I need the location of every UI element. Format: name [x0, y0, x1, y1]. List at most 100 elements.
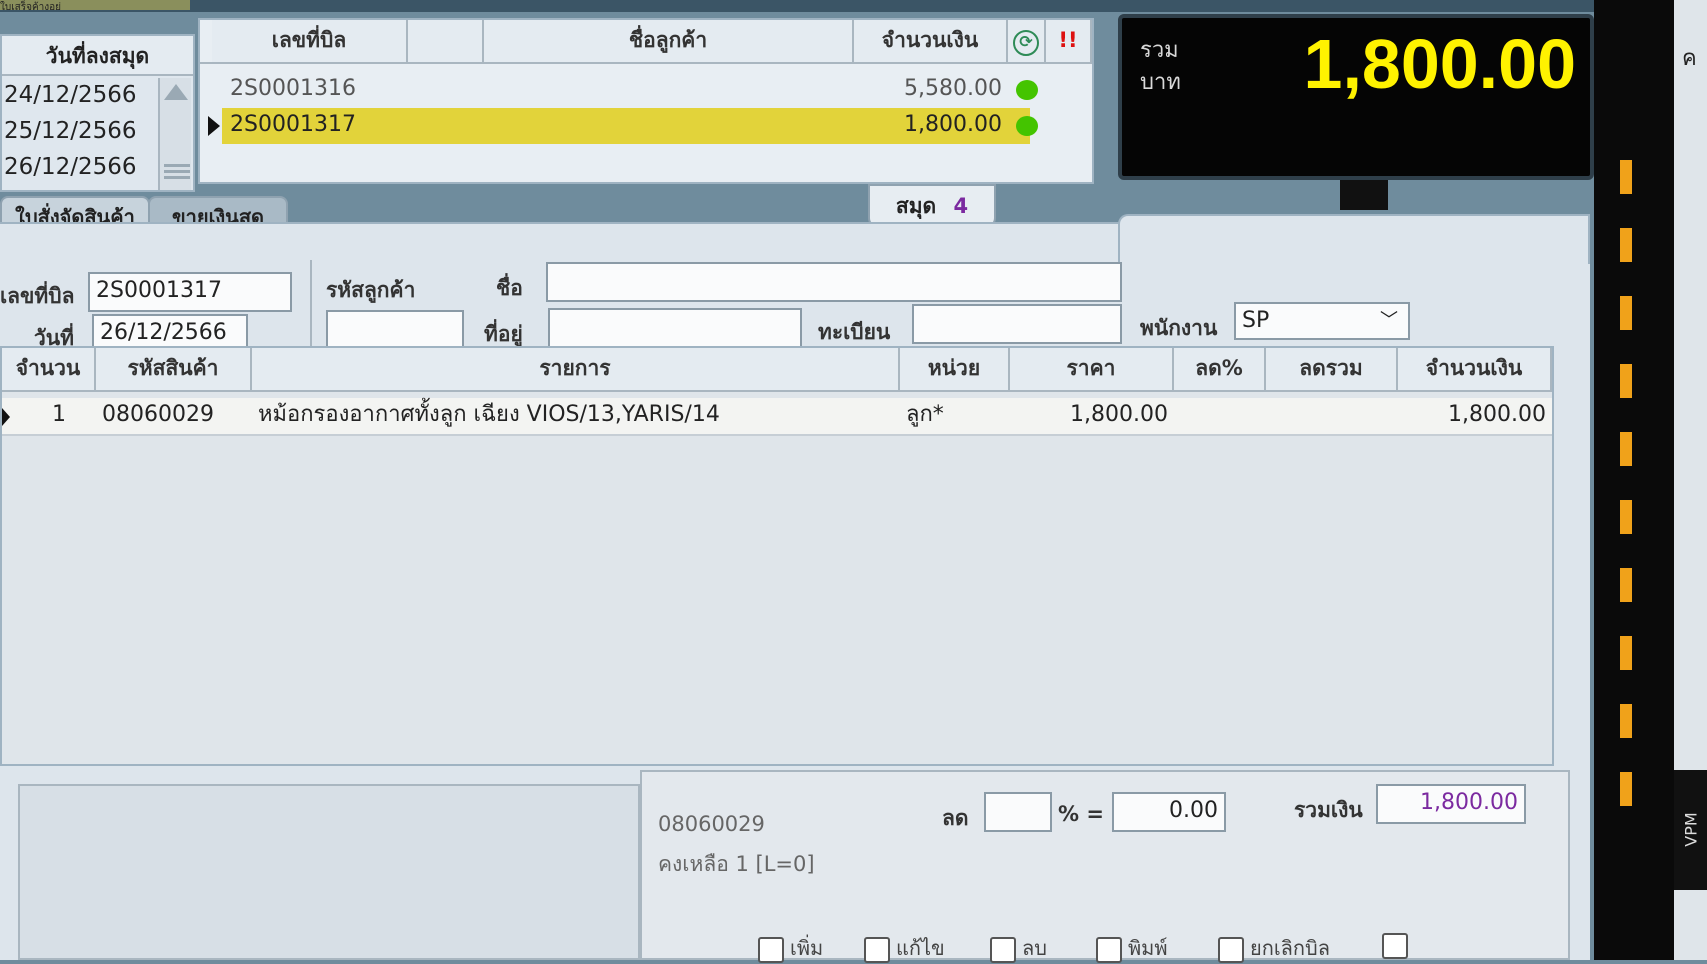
total-display-stand [1340, 180, 1388, 210]
bill-customer [484, 72, 854, 108]
items-header: จำนวน รหัสสินค้า รายการ หน่วย ราคา ลด% ล… [2, 348, 1552, 392]
bills-header: เลขที่บิล ชื่อลูกค้า จำนวนเงิน ⟳ !! [200, 20, 1092, 64]
bill-row-selected[interactable]: 2S0001317 1,800.00 [200, 108, 1046, 144]
items-col-unit[interactable]: หน่วย [900, 348, 1010, 390]
print-label: พิมพ์ [1128, 936, 1168, 960]
alert-button[interactable]: !! [1046, 20, 1092, 62]
item-unit: ลูก* [906, 402, 944, 427]
items-col-amount[interactable]: จำนวนเงิน [1398, 348, 1552, 390]
refresh-button[interactable]: ⟳ [1008, 20, 1046, 62]
row-pointer-icon [208, 116, 220, 136]
delete-button[interactable]: ลบ [990, 932, 1047, 964]
total-label: รวมเงิน [1294, 798, 1363, 822]
right-bezel [1594, 0, 1674, 960]
bills-col-amount[interactable]: จำนวนเงิน [854, 20, 1008, 62]
cancel-bill-button[interactable]: ยกเลิกบิล [1218, 932, 1330, 964]
date-item[interactable]: 26/12/2566 [4, 154, 137, 180]
bill-no-field[interactable]: 2S0001317 [88, 272, 292, 312]
employee-select[interactable]: SP ﹀ [1234, 302, 1410, 340]
items-table: จำนวน รหัสสินค้า รายการ หน่วย ราคา ลด% ล… [0, 346, 1554, 766]
book-label: สมุด [895, 194, 937, 218]
dates-header-label: วันที่ลงสมุด [45, 44, 150, 68]
total-display: รวม บาท 1,800.00 [1118, 14, 1594, 180]
trash-icon [990, 936, 1016, 963]
footer-left-panel [18, 784, 640, 960]
date-item[interactable]: 24/12/2566 [4, 82, 137, 108]
item-qty: 1 [52, 402, 66, 427]
item-desc: หม้อกรองอากาศทั้งลูก เฉียง VIOS/13,YARIS… [258, 402, 720, 427]
cancel-bill-icon [1218, 936, 1244, 963]
top-tab-label: ใบเสร็จค้างอยู่ [0, 2, 62, 10]
item-price: 1,800.00 [1070, 402, 1168, 427]
cancel-bill-label: ยกเลิกบิล [1250, 936, 1330, 960]
table-row[interactable]: 1 08060029 หม้อกรองอากาศทั้งลูก เฉียง VI… [2, 398, 1552, 436]
items-col-price[interactable]: ราคา [1010, 348, 1174, 390]
status-dot-icon [1016, 80, 1038, 100]
top-tab[interactable]: ใบเสร็จค้างอยู่ [0, 0, 190, 10]
bill-customer [484, 108, 854, 144]
total-label-2: บาท [1140, 70, 1181, 95]
item-disc-pct [1174, 398, 1266, 434]
employee-value: SP [1242, 308, 1270, 333]
print-button[interactable]: พิมพ์ [1096, 932, 1168, 964]
alert-icon: !! [1058, 28, 1078, 52]
edit-icon [864, 936, 890, 963]
total-value: 1,800.00 [1303, 25, 1576, 103]
name-label: ชื่อ [496, 276, 523, 300]
refresh-icon: ⟳ [1013, 30, 1039, 56]
vertical-label-text: VPM [1681, 812, 1701, 847]
dates-panel: วันที่ลงสมุด 24/12/2566 25/12/2566 26/12… [0, 34, 195, 192]
dates-scrollbar[interactable] [158, 78, 191, 190]
customer-code-label: รหัสลูกค้า [326, 278, 416, 302]
registration-field[interactable] [912, 304, 1122, 344]
add-label: เพิ่ม [790, 936, 824, 960]
top-strip [0, 0, 1707, 12]
item-code: 08060029 [102, 402, 214, 427]
right-edge-text: ค [1682, 46, 1697, 71]
address-field[interactable] [548, 308, 802, 348]
discount-pct-field[interactable] [984, 792, 1052, 832]
items-col-code[interactable]: รหัสสินค้า [96, 348, 252, 390]
scroll-up-icon[interactable] [164, 84, 188, 100]
add-button[interactable]: เพิ่ม [758, 932, 823, 964]
form-divider [310, 260, 312, 358]
customer-code-field[interactable] [326, 310, 464, 350]
items-col-disc-total[interactable]: ลดรวม [1266, 348, 1398, 390]
delete-label: ลบ [1022, 936, 1047, 960]
printer-icon [1096, 936, 1122, 963]
bill-row[interactable]: 2S0001316 5,580.00 [200, 72, 1046, 108]
book-number: 4 [953, 194, 969, 218]
edit-button[interactable]: แก้ไข [864, 932, 945, 964]
name-field[interactable] [546, 262, 1122, 302]
bill-amount: 5,580.00 [904, 76, 1002, 101]
calculator-icon [1382, 932, 1408, 959]
edit-label: แก้ไข [896, 936, 945, 960]
bills-col-billno[interactable]: เลขที่บิล [212, 20, 408, 62]
right-bezel-stripe [1620, 160, 1632, 810]
bills-col-customer[interactable]: ชื่อลูกค้า [484, 20, 854, 62]
bill-number: 2S0001317 [230, 112, 356, 137]
items-col-qty[interactable]: จำนวน [2, 348, 96, 390]
dates-header: วันที่ลงสมุด [2, 36, 193, 76]
bills-col-blank[interactable] [408, 20, 484, 62]
bills-panel: เลขที่บิล ชื่อลูกค้า จำนวนเงิน ⟳ !! 2S00… [198, 18, 1094, 184]
registration-label: ทะเบียน [818, 320, 891, 344]
footer-stock-text: คงเหลือ 1 [L=0] [658, 852, 815, 876]
date-item[interactable]: 25/12/2566 [4, 118, 137, 144]
employee-label: พนักงาน [1140, 316, 1218, 340]
items-col-desc[interactable]: รายการ [252, 348, 900, 390]
status-dot-icon [1016, 116, 1038, 136]
chevron-down-icon: ﹀ [1380, 310, 1398, 331]
items-col-disc-pct[interactable]: ลด% [1174, 348, 1266, 390]
new-file-icon [758, 936, 784, 963]
bill-amount: 1,800.00 [904, 112, 1002, 137]
footer-item-code: 08060029 [658, 812, 765, 836]
scroll-down-icon[interactable] [164, 164, 190, 182]
percent-label: % = [1058, 802, 1104, 826]
bill-number: 2S0001316 [230, 76, 356, 101]
discount-value-field[interactable]: 0.00 [1112, 792, 1226, 832]
total-label-1: รวม [1140, 38, 1179, 63]
bill-no-label: เลขที่บิล [0, 284, 75, 308]
calculator-button[interactable] [1382, 932, 1414, 959]
total-field[interactable]: 1,800.00 [1376, 784, 1526, 824]
